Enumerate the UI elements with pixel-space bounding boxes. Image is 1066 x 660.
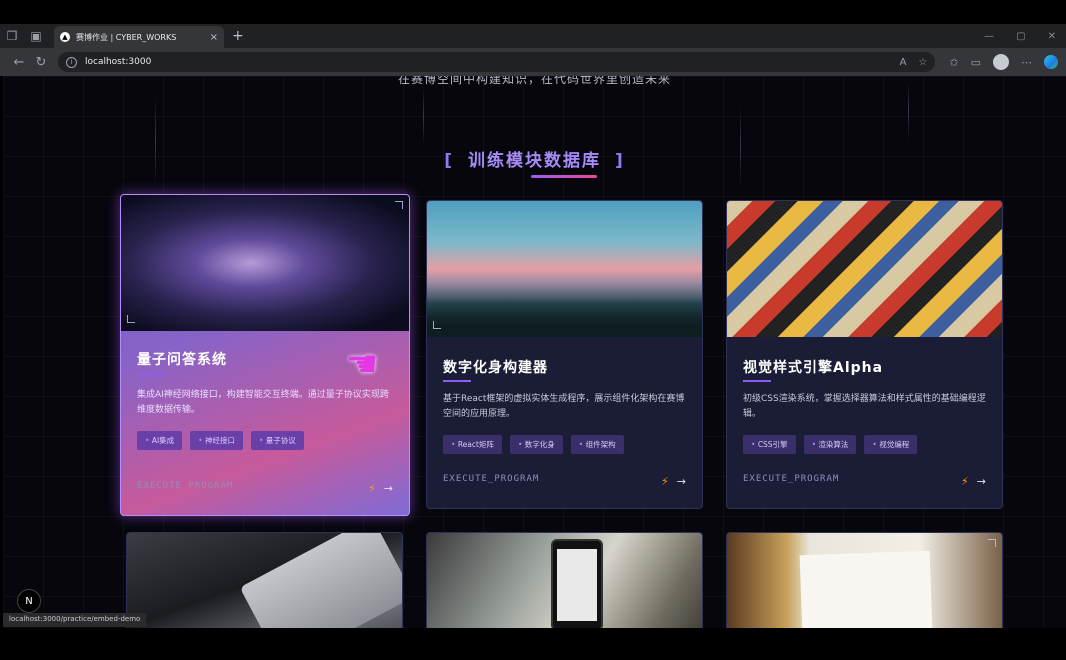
tab-favicon-icon: ▲	[60, 32, 70, 42]
copilot-icon[interactable]	[1044, 55, 1058, 69]
corner-bracket	[127, 315, 135, 323]
tab-close-icon[interactable]: ×	[210, 32, 218, 43]
bolt-icon: ⚡	[368, 482, 376, 495]
reload-icon[interactable]: ↻	[30, 51, 52, 73]
toolbar-tools: ✩ ▭ ⋯	[949, 54, 1058, 70]
module-card-row2-chart[interactable]	[726, 532, 1003, 628]
collections-icon[interactable]: ▭	[971, 56, 981, 69]
card-image-valley	[427, 201, 702, 337]
page-viewport: 在赛博空间中构建知识，在代码世界里创造未来 [ 训练模块数据库] 量子问答系统 集…	[3, 76, 1066, 628]
module-card-avatar-builder[interactable]: 数字化身构建器 基于React框架的虚拟实体生成程序，展示组件化架构在赛博空间的…	[426, 200, 703, 509]
tag: 数字化身	[509, 435, 563, 454]
card-actions: ⚡ →	[661, 475, 686, 488]
address-bar: ← ↻ i localhost:3000 A ☆ ✩ ▭ ⋯	[0, 48, 1066, 76]
card-description: 集成AI神经网络接口，构建智能交互终端。通过量子协议实现跨维度数据传输。	[137, 390, 389, 415]
card-title: 量子问答系统	[137, 352, 227, 368]
bg-streak	[908, 81, 909, 141]
execute-program-link[interactable]: EXECUTE_PROGRAM	[443, 474, 539, 484]
card-image-laptop	[127, 533, 402, 628]
card-image-chart-paper	[727, 533, 1002, 628]
tab-bar: ❐ ▣ ▲ 赛博作业 | CYBER_WORKS × + — ▢ ✕	[0, 24, 1066, 48]
profile-avatar[interactable]	[993, 54, 1009, 70]
module-card-row2-laptop[interactable]	[126, 532, 403, 628]
site-info-icon[interactable]: i	[66, 56, 77, 68]
corner-bracket	[988, 539, 996, 547]
window-controls: — ▢ ✕	[984, 31, 1066, 42]
tag: CSS引擎	[743, 435, 796, 454]
arrow-right-icon[interactable]: →	[977, 475, 986, 488]
back-icon[interactable]: ←	[8, 51, 30, 73]
section-title: [ 训练模块数据库]	[3, 146, 1066, 171]
tag: 神经接口	[190, 431, 243, 450]
browser-tab[interactable]: ▲ 赛博作业 | CYBER_WORKS ×	[54, 26, 224, 48]
card-title-underline	[443, 380, 471, 382]
more-menu-icon[interactable]: ⋯	[1021, 56, 1032, 69]
forest-silhouette	[427, 297, 702, 337]
url-field[interactable]: i localhost:3000 A ☆	[58, 52, 936, 72]
module-card-style-engine[interactable]: 视觉样式引擎Alpha 初级CSS渲染系统，掌握选择器算法和样式属性的基础编程逻…	[726, 200, 1003, 509]
card-description: 初级CSS渲染系统，掌握选择器算法和样式属性的基础编程逻辑。	[743, 394, 986, 419]
section-title-text: 训练模块数据库	[468, 151, 601, 171]
workspaces-icon[interactable]: ❐	[0, 24, 24, 48]
tag: AI集成	[137, 431, 183, 450]
bracket-left: [	[444, 151, 454, 171]
module-card-row2-phone[interactable]	[426, 532, 703, 628]
card-title: 视觉样式引擎Alpha	[743, 360, 884, 376]
bolt-icon: ⚡	[961, 475, 969, 488]
arrow-right-icon[interactable]: →	[384, 482, 393, 495]
url-text: localhost:3000	[85, 57, 152, 67]
hero-subtitle: 在赛博空间中构建知识，在代码世界里创造未来	[397, 76, 671, 86]
favorite-star-icon[interactable]: ☆	[918, 57, 927, 68]
close-window-icon[interactable]: ✕	[1048, 31, 1056, 42]
nextjs-badge[interactable]: N	[17, 589, 41, 613]
laptop-illustration	[239, 533, 402, 628]
tag: 渲染算法	[803, 435, 857, 454]
card-tags: React矩阵 数字化身 组件架构	[443, 435, 624, 454]
status-bar-link: localhost:3000/practice/embed-demo	[3, 613, 147, 627]
card-actions: ⚡ →	[961, 475, 986, 488]
card-tags: AI集成 神经接口 量子协议	[137, 431, 304, 450]
phone-illustration	[551, 539, 603, 628]
bottom-letterbox	[0, 628, 1066, 660]
execute-program-link[interactable]: EXECUTE_PROGRAM	[137, 481, 233, 491]
card-image-posters	[727, 201, 1002, 337]
card-image-phone	[427, 533, 702, 628]
corner-bracket	[395, 201, 403, 209]
card-title-underline	[743, 380, 771, 382]
phone-screen	[557, 549, 597, 621]
card-description: 基于React框架的虚拟实体生成程序，展示组件化架构在赛博空间的应用原理。	[443, 394, 685, 419]
tab-title: 赛博作业 | CYBER_WORKS	[76, 32, 177, 42]
paper-illustration	[799, 550, 933, 628]
bracket-right: ]	[615, 151, 625, 171]
tag: 组件架构	[570, 435, 624, 454]
tag: 视觉编程	[864, 435, 918, 454]
bg-streak	[155, 96, 156, 186]
arrow-right-icon[interactable]: →	[677, 475, 686, 488]
new-tab-button[interactable]: +	[232, 28, 244, 44]
execute-program-link[interactable]: EXECUTE_PROGRAM	[743, 474, 839, 484]
hand-cursor-icon: ☚	[346, 344, 379, 385]
card-actions: ⚡ →	[368, 482, 393, 495]
card-tags: CSS引擎 渲染算法 视觉编程	[743, 435, 918, 454]
tag: React矩阵	[443, 435, 502, 454]
minimize-icon[interactable]: —	[984, 31, 994, 42]
bolt-icon: ⚡	[661, 475, 669, 488]
tag: 量子协议	[250, 431, 304, 450]
section-title-underline	[531, 175, 597, 178]
bg-streak	[423, 86, 424, 146]
tab-actions-icon[interactable]: ▣	[24, 24, 48, 48]
maximize-icon[interactable]: ▢	[1016, 31, 1025, 42]
card-title: 数字化身构建器	[443, 360, 548, 376]
corner-bracket	[433, 321, 441, 329]
favorites-icon[interactable]: ✩	[949, 56, 958, 69]
read-aloud-icon[interactable]: A	[900, 57, 907, 68]
card-image-galaxy	[121, 195, 409, 331]
card-title-underline	[137, 373, 165, 375]
